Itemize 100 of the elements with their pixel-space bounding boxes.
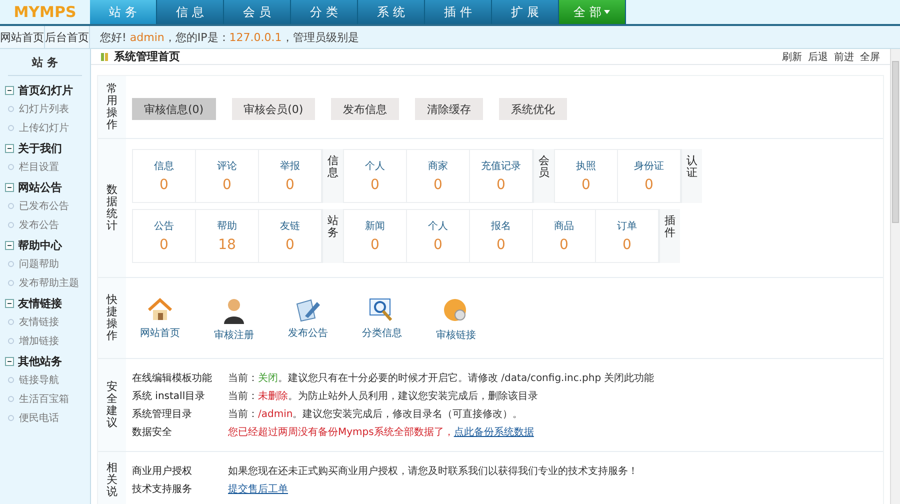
sidebar-group[interactable]: 首页幻灯片	[18, 83, 73, 98]
stat-value: 0	[644, 177, 654, 193]
sub-tab[interactable]: 网站首页	[0, 26, 45, 48]
stat-label[interactable]: 新闻	[365, 219, 385, 233]
sidebar-item[interactable]: 生活百宝箱	[19, 392, 69, 406]
stat-label[interactable]: 帮助	[217, 219, 237, 233]
stat-value: 0	[286, 237, 294, 253]
stat-label[interactable]: 公告	[154, 219, 174, 233]
logo: MYMPS	[12, 2, 78, 23]
stat-label[interactable]: 订单	[617, 219, 637, 233]
collapse-icon[interactable]	[5, 183, 14, 192]
row-label: 商业用户授权	[132, 464, 193, 478]
bullet-icon	[8, 222, 14, 228]
toolbar-link[interactable]: 全屏	[860, 50, 880, 64]
bullet-icon	[8, 396, 14, 402]
nav-tab[interactable]: 系 统	[358, 0, 425, 24]
sidebar-item[interactable]: 增加链接	[19, 334, 59, 348]
bullet-icon	[8, 261, 14, 267]
sidebar-item[interactable]: 发布公告	[19, 218, 59, 232]
sidebar-item[interactable]: 上传幻灯片	[19, 121, 69, 135]
action-button[interactable]: 清除缓存	[415, 98, 484, 120]
collapse-icon[interactable]	[5, 241, 14, 250]
collapse-icon[interactable]	[5, 357, 14, 366]
shortcut-link[interactable]: 审核链接	[432, 298, 480, 342]
group-label: 认证	[686, 155, 698, 182]
stat-value: 0	[370, 237, 380, 253]
stat-label[interactable]: 充值记录	[481, 159, 521, 173]
sidebar-group[interactable]: 其他站务	[18, 354, 62, 369]
shortcut-link[interactable]: 发布公告	[284, 298, 332, 342]
bullet-icon	[8, 106, 14, 112]
row-label: 技术支持服务	[132, 482, 193, 496]
stat-label[interactable]: 商家	[428, 159, 448, 173]
sidebar-item[interactable]: 已发布公告	[19, 199, 69, 213]
stat-label[interactable]: 信息	[154, 159, 174, 173]
collapse-icon[interactable]	[5, 86, 14, 95]
stat-value: 0	[434, 237, 442, 253]
stat-label[interactable]: 身份证	[634, 159, 664, 173]
row-label: 在线编辑模板功能	[132, 372, 213, 385]
row-label: 数据安全	[132, 426, 173, 439]
nav-tab[interactable]: 分 类	[291, 0, 358, 24]
grid-icon	[101, 52, 108, 60]
sidebar-item[interactable]: 链接导航	[19, 373, 59, 387]
stat-label[interactable]: 个人	[428, 219, 448, 233]
row-text: 当前：关闭。建议您只有在十分必要的时候才开启它。请修改 /data/config.inc.php 关闭此功能	[228, 372, 654, 385]
backup-link[interactable]: 点此备份系统数据	[454, 427, 534, 438]
action-button[interactable]: 系统优化	[499, 98, 568, 120]
bullet-icon	[8, 125, 14, 131]
toolbar-link[interactable]: 前进	[834, 50, 854, 64]
bullet-icon	[8, 338, 14, 344]
row-label: 系统 install目录	[132, 390, 206, 403]
group-label: 信息	[328, 155, 338, 182]
sidebar-item[interactable]: 便民电话	[19, 411, 59, 425]
stat-label[interactable]: 商品	[554, 219, 574, 233]
section-label: 数据统计	[106, 184, 118, 232]
stat-value: 0	[160, 177, 168, 193]
sidebar-item[interactable]: 发布帮助主题	[19, 276, 79, 290]
stat-label[interactable]: 举报	[280, 159, 300, 173]
page-title: 系统管理首页	[114, 49, 180, 64]
sub-tab[interactable]: 后台首页	[45, 26, 90, 48]
nav-tab[interactable]: 扩 展	[492, 0, 559, 24]
sidebar-group[interactable]: 友情链接	[18, 296, 62, 311]
stat-value: 0	[222, 177, 232, 193]
row-text: 您已经超过两周没有备份Mymps系统全部数据了，点此备份系统数据	[228, 426, 534, 439]
stat-label[interactable]: 个人	[365, 159, 385, 173]
shortcut-link[interactable]: 分类信息	[358, 298, 406, 342]
action-button[interactable]: 审核会员(0)	[232, 98, 316, 120]
stat-label[interactable]: 报名	[491, 219, 511, 233]
sidebar-group[interactable]: 关于我们	[18, 141, 62, 156]
collapse-icon[interactable]	[5, 144, 14, 153]
sidebar-group[interactable]: 网站公告	[18, 180, 62, 195]
action-button[interactable]: 发布信息	[331, 98, 400, 120]
shortcut-link[interactable]: 审核注册	[210, 298, 258, 342]
group-label: 插件	[664, 215, 676, 242]
section-label: 常用操作	[106, 82, 118, 132]
action-button[interactable]: 审核信息(0)	[132, 98, 216, 120]
sidebar-item[interactable]: 问题帮助	[19, 257, 59, 271]
sidebar-item[interactable]: 友情链接	[19, 315, 59, 329]
scrollbar[interactable]	[890, 49, 900, 504]
sidebar-group[interactable]: 帮助中心	[18, 238, 62, 253]
section-label: 安全建议	[106, 380, 118, 430]
stat-label[interactable]: 执照	[576, 159, 596, 173]
stat-value: 18	[218, 237, 236, 253]
stat-value: 0	[622, 237, 632, 253]
bullet-icon	[8, 377, 14, 383]
bullet-icon	[8, 280, 14, 286]
collapse-icon[interactable]	[5, 299, 14, 308]
sidebar-item[interactable]: 幻灯片列表	[19, 102, 69, 116]
nav-tab[interactable]: 会 员	[224, 0, 291, 24]
caret-icon	[604, 10, 610, 14]
search-window-icon	[369, 298, 395, 322]
stat-label[interactable]: 友链	[280, 219, 300, 233]
nav-tab[interactable]: 信 息	[157, 0, 224, 24]
nav-tab[interactable]: 插 件	[425, 0, 492, 24]
stat-label[interactable]: 评论	[217, 159, 237, 173]
sidebar-item[interactable]: 栏目设置	[19, 160, 59, 174]
shortcut-link[interactable]: 网站首页	[136, 298, 184, 342]
stat-value: 0	[582, 177, 590, 193]
toolbar-link[interactable]: 刷新	[782, 50, 802, 64]
toolbar-link[interactable]: 后退	[808, 50, 828, 64]
ticket-link[interactable]: 提交售后工单	[228, 484, 288, 495]
